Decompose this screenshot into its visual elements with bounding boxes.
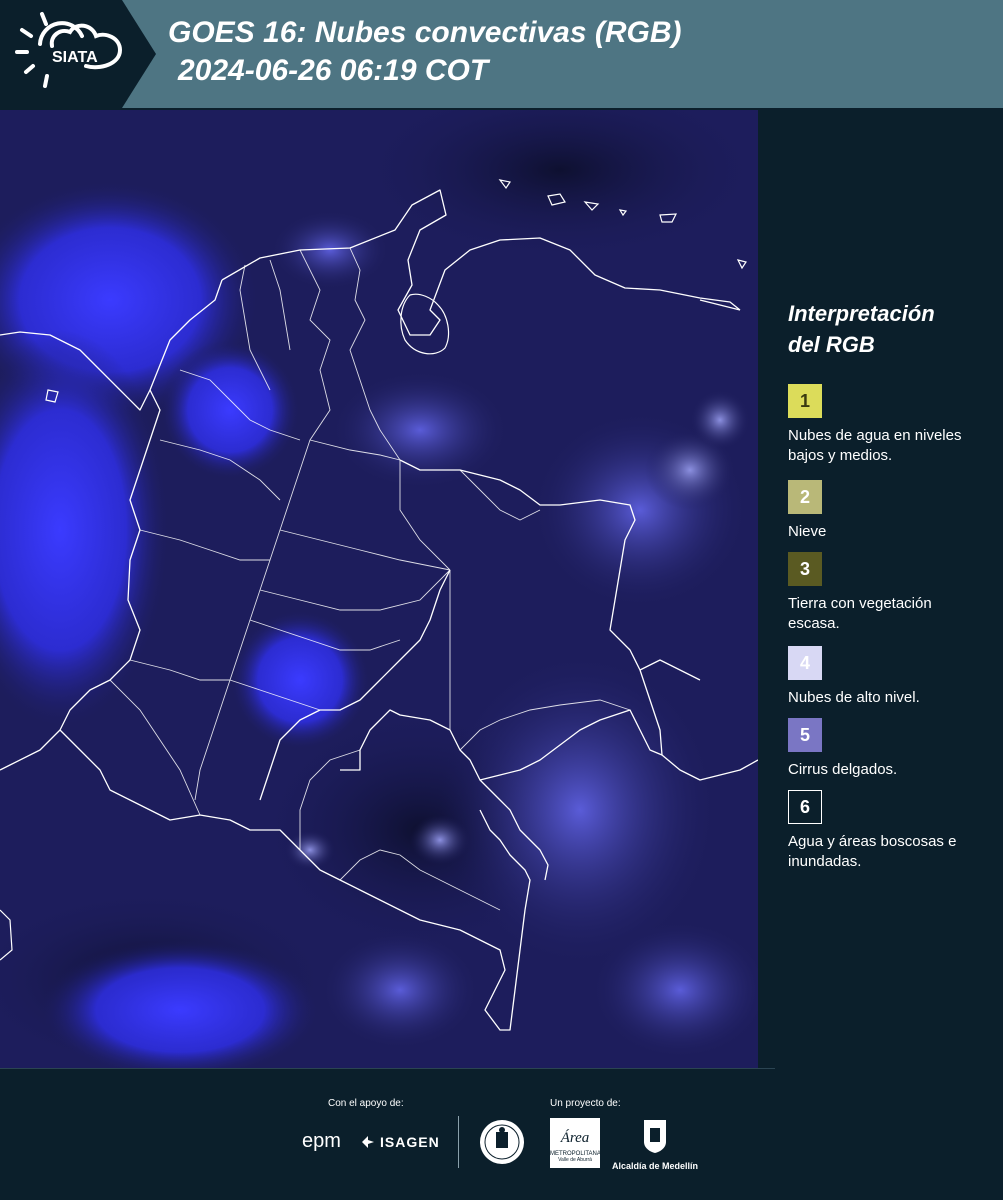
support-label: Con el apoyo de: [328, 1098, 404, 1109]
legend-label-6: Agua y áreas boscosas e inundadas. [788, 833, 957, 870]
legend-swatch-4: 4 [788, 646, 822, 680]
legend-label-3: Tierra con vegetación escasa. [788, 595, 932, 632]
area-logo-sub2: Valle de Aburrá [558, 1157, 592, 1163]
project-label: Un proyecto de: [550, 1098, 621, 1109]
medellin-seal-logo [478, 1118, 526, 1171]
legend-title: Interpretación del RGB [788, 298, 935, 360]
legend-title-line-1: Interpretación [788, 301, 935, 326]
legend-item-4: 4 Nubes de alto nivel. [788, 646, 978, 708]
title-line-2: 2024-06-26 06:19 COT [178, 54, 489, 87]
footer: Con el apoyo de: Un proyecto de: epm ISA… [0, 1068, 1003, 1200]
alcaldia-shield-icon [644, 1120, 666, 1153]
legend-item-2: 2 Nieve [788, 480, 978, 542]
siata-logo: SIATA [0, 0, 158, 108]
footer-divider-line [0, 1068, 775, 1069]
legend-swatch-2: 2 [788, 480, 822, 514]
page-title: GOES 16: Nubes convectivas (RGB) 2024-06… [168, 14, 682, 90]
title-line-1: GOES 16: Nubes convectivas (RGB) [168, 16, 682, 49]
legend-label-2: Nieve [788, 523, 827, 540]
alcaldia-text: Alcaldía de Medellín [611, 1161, 699, 1171]
legend-swatch-6: 6 [788, 790, 822, 824]
legend-label-1: Nubes de agua en niveles bajos y medios. [788, 427, 962, 464]
area-logo-title: Área [560, 1130, 590, 1146]
legend-panel: Interpretación del RGB 1 Nubes de agua e… [760, 110, 1003, 1068]
area-metropolitana-logo: Área METROPOLITANA Valle de Aburrá [550, 1118, 601, 1168]
legend-swatch-1: 1 [788, 384, 822, 418]
satellite-map [0, 110, 758, 1068]
legend-item-6: 6 Agua y áreas boscosas e inundadas. [788, 790, 978, 872]
epm-logo: epm [302, 1130, 341, 1152]
isagen-logo: ISAGEN [360, 1134, 440, 1150]
legend-swatch-5: 5 [788, 718, 822, 752]
legend-item-5: 5 Cirrus delgados. [788, 718, 978, 780]
legend-item-3: 3 Tierra con vegetación escasa. [788, 552, 978, 634]
header-bar: SIATA GOES 16: Nubes convectivas (RGB) 2… [0, 0, 1003, 108]
footer-separator [458, 1116, 459, 1168]
legend-label-5: Cirrus delgados. [788, 761, 898, 778]
alcaldia-logo: Alcaldía de Medellín [610, 1118, 700, 1171]
legend-title-line-2: del RGB [788, 332, 875, 357]
isagen-icon [362, 1136, 374, 1148]
isagen-text: ISAGEN [380, 1134, 440, 1150]
siata-logo-text: SIATA [52, 49, 98, 66]
legend-swatch-3: 3 [788, 552, 822, 586]
legend-item-1: 1 Nubes de agua en niveles bajos y medio… [788, 384, 978, 466]
legend-label-4: Nubes de alto nivel. [788, 689, 920, 706]
